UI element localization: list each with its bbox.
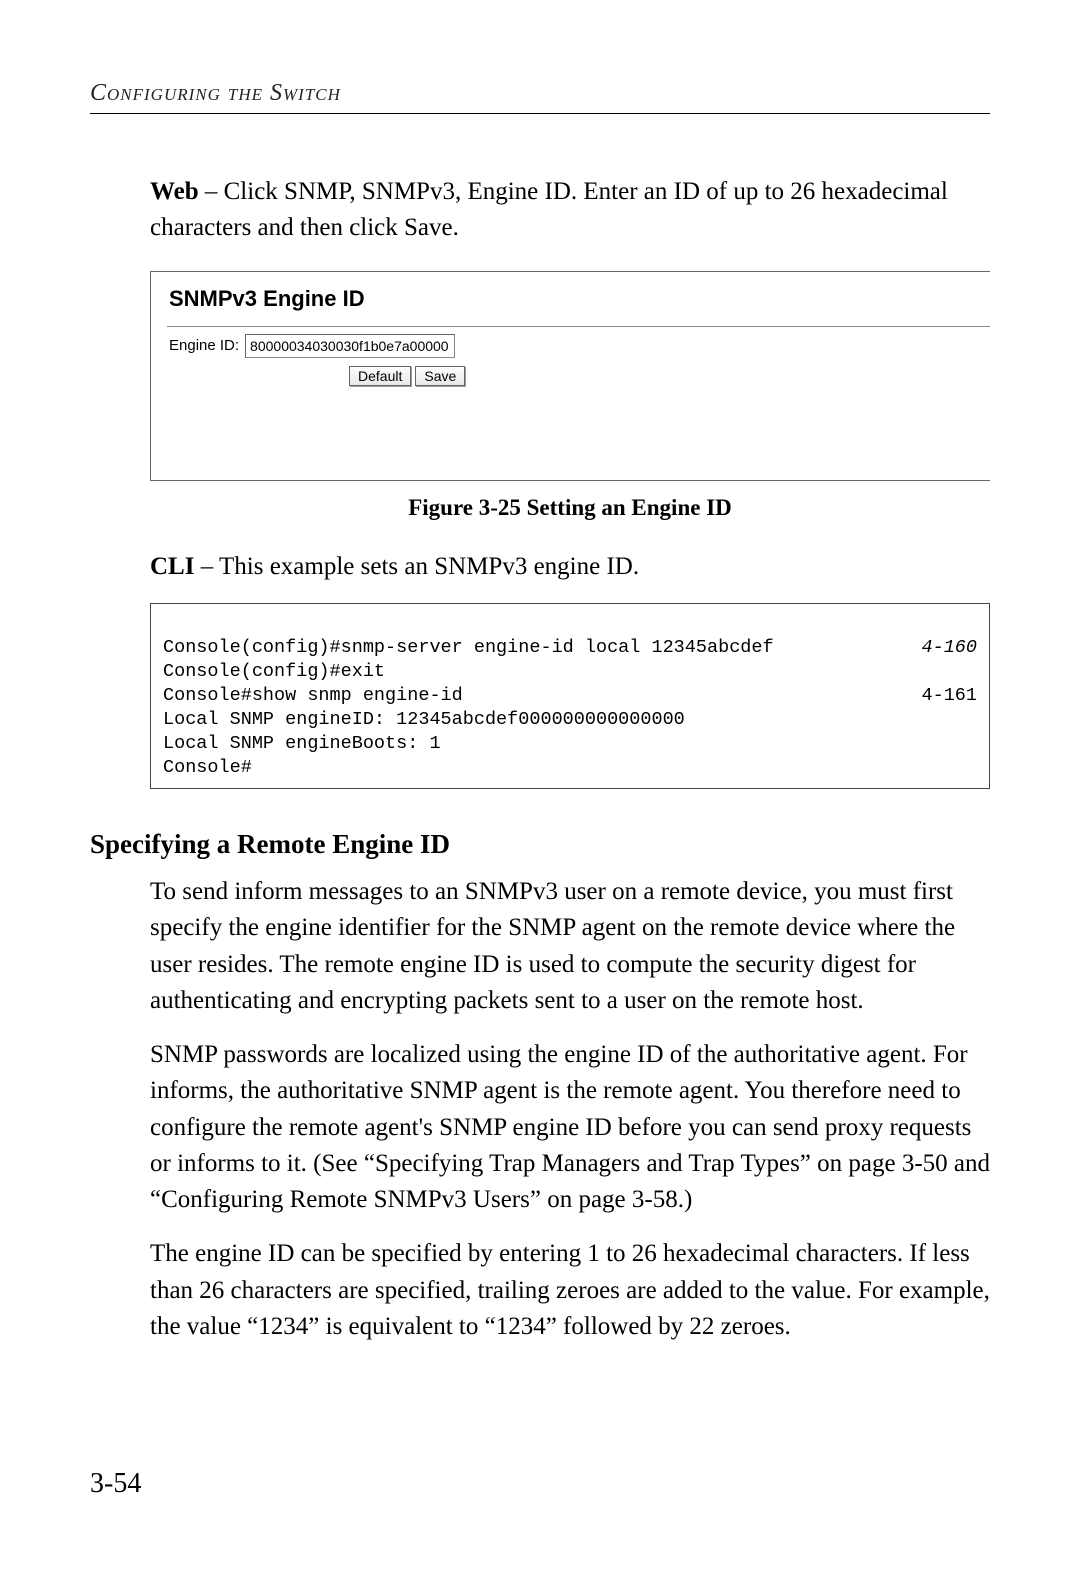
running-head: Configuring the Switch: [90, 80, 990, 107]
cli-line-6: Console#: [163, 757, 252, 778]
page-number: 3-54: [90, 1468, 141, 1500]
default-button[interactable]: Default: [349, 366, 411, 386]
web-intro-text: – Click SNMP, SNMPv3, Engine ID. Enter a…: [150, 178, 948, 241]
section-body: To send inform messages to an SNMPv3 use…: [150, 874, 990, 1345]
engine-id-label: Engine ID:: [169, 337, 239, 354]
cli-line-1: Console(config)#snmp-server engine-id lo…: [163, 637, 774, 658]
section-heading-remote-engine-id: Specifying a Remote Engine ID: [90, 829, 990, 860]
engine-id-input[interactable]: [245, 334, 455, 358]
section-p3: The engine ID can be specified by enteri…: [150, 1236, 990, 1345]
section-p2: SNMP passwords are localized using the e…: [150, 1037, 990, 1218]
cli-ref-3: 4-161: [921, 684, 977, 708]
web-intro-paragraph: Web – Click SNMP, SNMPv3, Engine ID. Ent…: [150, 174, 990, 247]
cli-line-2: Console(config)#exit: [163, 661, 385, 682]
figure-caption: Figure 3-25 Setting an Engine ID: [150, 495, 990, 521]
cli-intro-paragraph: CLI – This example sets an SNMPv3 engine…: [150, 549, 990, 585]
figure-divider: [167, 326, 990, 327]
cli-output-box: Console(config)#snmp-server engine-id lo…: [150, 603, 990, 789]
save-button[interactable]: Save: [415, 366, 465, 386]
cli-ref-1: 4-160: [921, 636, 977, 660]
header-rule: [90, 113, 990, 114]
cli-label: CLI: [150, 553, 194, 580]
cli-line-5: Local SNMP engineBoots: 1: [163, 733, 441, 754]
figure-title: SNMPv3 Engine ID: [169, 286, 972, 312]
cli-intro-text: – This example sets an SNMPv3 engine ID.: [194, 553, 639, 580]
engine-id-figure: SNMPv3 Engine ID Engine ID: Default Save: [150, 271, 990, 481]
section-p1: To send inform messages to an SNMPv3 use…: [150, 874, 990, 1019]
page: Configuring the Switch Web – Click SNMP,…: [0, 0, 1080, 1570]
cli-line-3: Console#show snmp engine-id: [163, 685, 463, 706]
cli-line-4: Local SNMP engineID: 12345abcdef00000000…: [163, 709, 685, 730]
web-label: Web: [150, 178, 199, 205]
